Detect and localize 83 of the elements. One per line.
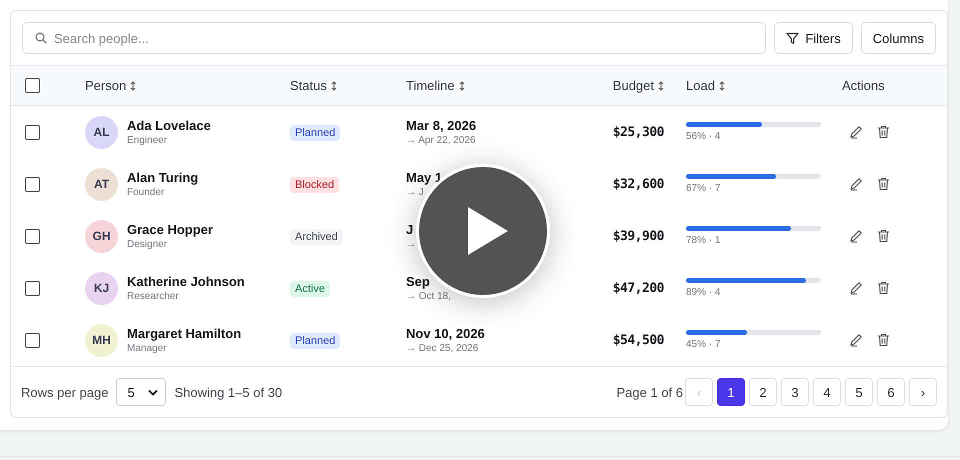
status-badge: Archived <box>290 229 343 245</box>
column-header: Status <box>290 78 327 93</box>
end-date: → J <box>406 187 425 198</box>
person-name: Margaret Hamilton <box>127 326 242 341</box>
start-date: Mar 8, 2026 <box>406 118 478 133</box>
avatar: AT <box>85 168 118 200</box>
row-checkbox[interactable] <box>25 280 40 296</box>
budget-amount: $54,500 <box>612 333 664 348</box>
person-name: Katherine Johnson <box>127 274 245 289</box>
select-all-checkbox[interactable] <box>25 78 40 93</box>
column-header: Actions <box>842 78 885 93</box>
delete-icon[interactable] <box>877 125 890 139</box>
filter-icon <box>786 32 800 44</box>
edit-icon[interactable] <box>849 281 863 295</box>
load-text: 67% · 7 <box>686 183 722 194</box>
status-badge: Planned <box>290 333 340 349</box>
page-button[interactable]: 1 <box>717 378 745 406</box>
person-role: Designer <box>127 239 168 250</box>
column-header: Budget <box>612 78 654 93</box>
avatar: KJ <box>85 272 118 304</box>
avatar: GH <box>85 220 118 252</box>
showing-text: Showing 1–5 of 30 <box>174 384 282 400</box>
row-checkbox[interactable] <box>25 228 40 244</box>
start-date: J <box>406 222 414 237</box>
end-date: → Oct 18, <box>406 291 452 302</box>
page-button[interactable]: 6 <box>877 378 905 406</box>
delete-icon[interactable] <box>877 333 890 347</box>
column-header: Timeline <box>406 78 455 93</box>
sort-icon[interactable] <box>458 80 465 90</box>
rows-per-page-label: Rows per page <box>21 384 108 400</box>
edit-icon[interactable] <box>849 333 863 347</box>
end-date: → <box>406 239 417 250</box>
load-text: 56% · 4 <box>686 131 722 142</box>
edit-icon[interactable] <box>849 125 863 139</box>
delete-icon[interactable] <box>877 229 890 243</box>
person-name: Alan Turing <box>127 170 198 185</box>
budget-amount: $47,200 <box>612 281 664 296</box>
end-date: → Dec 25, 2026 <box>406 343 480 354</box>
status-badge: Blocked <box>290 177 340 193</box>
rows-per-page-select[interactable]: 5 <box>116 378 166 406</box>
load-text: 78% · 1 <box>686 235 722 246</box>
status-badge: Active <box>290 281 330 297</box>
row-checkbox[interactable] <box>25 176 40 192</box>
sort-icon[interactable] <box>330 80 337 90</box>
search-icon <box>35 32 47 44</box>
person-role: Manager <box>127 343 168 354</box>
load-text: 89% · 4 <box>686 287 722 298</box>
page-button[interactable]: 5 <box>845 378 873 406</box>
person-name: Ada Lovelace <box>127 118 211 133</box>
search-field[interactable]: Search people... <box>22 22 766 54</box>
avatar: AL <box>85 116 118 148</box>
avatar: MH <box>85 324 118 356</box>
person-name: Grace Hopper <box>127 222 213 237</box>
person-role: Founder <box>127 187 166 198</box>
budget-amount: $39,900 <box>612 229 664 244</box>
next-page-button[interactable]: › <box>909 378 937 406</box>
sort-icon[interactable] <box>718 80 725 90</box>
column-header: Load <box>686 78 715 93</box>
delete-icon[interactable] <box>877 177 890 191</box>
page-label: Page 1 of 6 <box>616 384 683 400</box>
person-role: Researcher <box>127 291 180 302</box>
start-date: Sep <box>406 274 431 289</box>
column-header: Person <box>85 78 126 93</box>
budget-amount: $25,300 <box>612 125 664 140</box>
row-checkbox[interactable] <box>25 124 40 140</box>
sort-icon[interactable] <box>130 80 136 90</box>
status-badge: Planned <box>290 125 340 141</box>
row-checkbox[interactable] <box>25 332 40 348</box>
page-button[interactable]: 3 <box>781 378 809 406</box>
filters-button[interactable]: Filters <box>774 22 853 54</box>
person-role: Engineer <box>127 135 168 146</box>
start-date: Nov 10, 2026 <box>406 326 486 341</box>
page-button[interactable]: 4 <box>813 378 841 406</box>
sort-icon[interactable] <box>658 80 664 90</box>
load-text: 45% · 7 <box>686 339 722 350</box>
columns-button[interactable]: Columns <box>860 22 936 54</box>
edit-icon[interactable] <box>849 229 863 243</box>
end-date: → Apr 22, 2026 <box>406 135 476 146</box>
page-button[interactable]: 2 <box>749 378 777 406</box>
budget-amount: $32,600 <box>612 177 664 192</box>
edit-icon[interactable] <box>849 177 863 191</box>
delete-icon[interactable] <box>877 281 890 295</box>
chevron-down-icon <box>148 388 158 396</box>
